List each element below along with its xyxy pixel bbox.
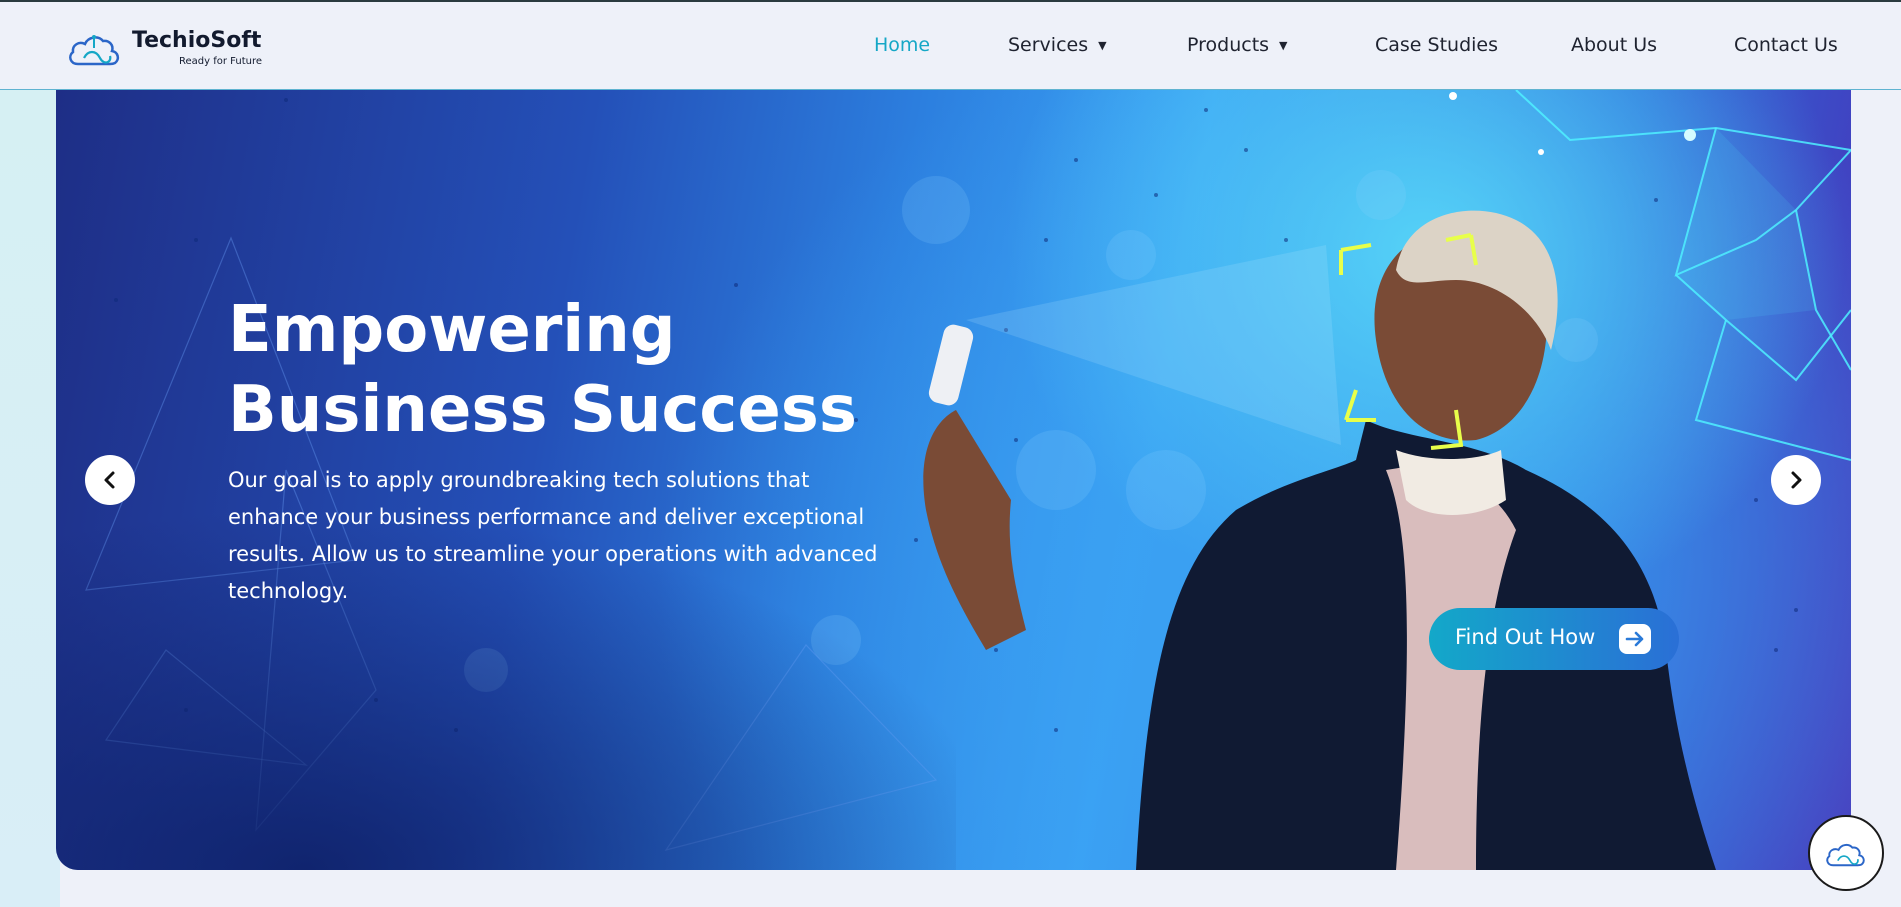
nav-item-label: Contact Us [1734, 34, 1838, 56]
hero-title-line-1: Empowering [228, 293, 676, 367]
find-out-how-button[interactable]: Find Out How [1429, 608, 1679, 670]
hero-description: Our goal is to apply groundbreaking tech… [228, 468, 878, 603]
nav-item-case-studies[interactable]: Case Studies [1375, 34, 1498, 60]
site-header: TechioSoft Ready for Future Home Service… [0, 2, 1901, 90]
chevron-left-icon [104, 471, 115, 489]
chevron-right-icon [1791, 471, 1802, 489]
cloud-logo-icon [1826, 843, 1865, 867]
nav-item-home[interactable]: Home [874, 34, 930, 60]
slider-prev-button[interactable] [85, 455, 135, 505]
chat-widget-button[interactable] [1808, 815, 1884, 891]
nav-item-label: About Us [1571, 34, 1658, 56]
hero-slider: Empowering Business Success Our goal is … [56, 90, 1851, 870]
hero-title-line-2: Business Success [228, 373, 857, 447]
hero-title: Empowering Business Success [228, 290, 928, 450]
slider-next-button[interactable] [1771, 455, 1821, 505]
cta-label: Find Out How [1455, 625, 1596, 649]
nav-item-label: Case Studies [1375, 34, 1499, 56]
nav-item-products[interactable]: Products ▼ [1187, 34, 1288, 60]
caret-down-icon: ▼ [1279, 39, 1288, 52]
nav-item-about-us[interactable]: About Us [1571, 34, 1657, 60]
main-navigation: Home Services ▼ Products ▼ Case Studies Ab… [0, 2, 1901, 90]
nav-item-label: Products [1187, 34, 1270, 56]
nav-item-label: Services [1008, 34, 1089, 56]
nav-item-services[interactable]: Services ▼ [1008, 34, 1107, 60]
nav-item-contact-us[interactable]: Contact Us [1734, 34, 1838, 60]
page-side-strip [0, 90, 60, 907]
nav-item-label: Home [874, 34, 931, 56]
arrow-right-icon [1619, 624, 1651, 654]
caret-down-icon: ▼ [1098, 39, 1107, 52]
